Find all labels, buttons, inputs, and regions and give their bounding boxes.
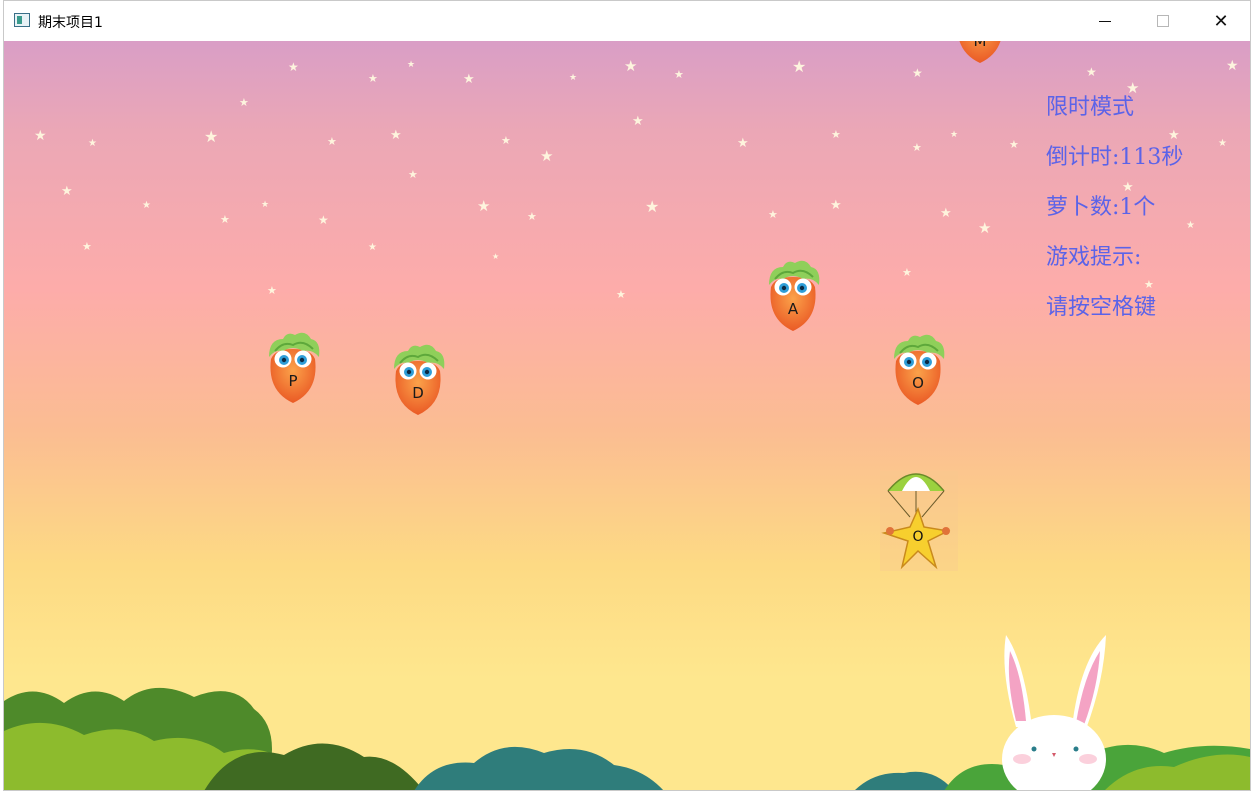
title-bar[interactable]: 期末项目1 ✕ (4, 1, 1250, 41)
maximize-button[interactable] (1134, 1, 1192, 41)
close-button[interactable]: ✕ (1192, 1, 1250, 41)
game-window: 期末项目1 ✕ ★ ★ ★ ★ ★ ★ ★ ★ ★ ★ ★ ★ ★ ★ ★ ★ ★ ★ ★ ★ ★ ★ ★ ★ ★ ★ ★ ★ ★ ★ ★ ★… (3, 0, 1251, 791)
app-icon (14, 13, 30, 27)
game-canvas[interactable]: ★ ★ ★ ★ ★ ★ ★ ★ ★ ★ ★ ★ ★ ★ ★ ★ ★ ★ ★ ★ ★ ★ ★ ★ ★ ★ ★ ★ ★ ★ ★ ★ ★ ★ ★ ★ ★ ★ ★ ★… (4, 41, 1250, 790)
maximize-icon (1157, 15, 1169, 27)
bunny-character (1002, 635, 1106, 790)
window-title: 期末项目1 (38, 15, 103, 31)
minimize-icon (1099, 20, 1111, 22)
minimize-button[interactable] (1076, 1, 1134, 41)
close-icon: ✕ (1213, 10, 1229, 32)
